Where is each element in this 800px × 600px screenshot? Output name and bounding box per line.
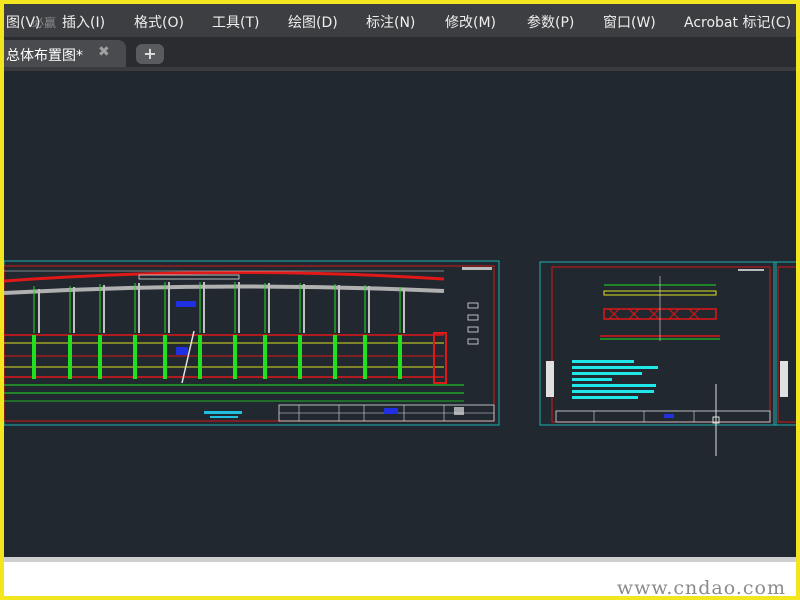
new-tab-button[interactable]: +: [136, 44, 164, 64]
middle-drawing-sheet: [539, 261, 777, 426]
menu-insert[interactable]: 插入(I): [62, 12, 105, 32]
menu-draw[interactable]: 绘图(D): [288, 12, 338, 32]
menu-dimension[interactable]: 标注(N): [366, 12, 415, 32]
crosshair-cursor: [712, 384, 720, 456]
drawing-canvas[interactable]: [4, 67, 796, 561]
tab-general-layout[interactable]: 总体布置图* ✖: [4, 40, 126, 67]
menu-window[interactable]: 窗口(W): [603, 12, 656, 32]
close-icon[interactable]: ✖: [98, 44, 110, 60]
left-drawing-sheet: [4, 260, 500, 426]
tab-label: 总体布置图*: [6, 48, 83, 64]
document-tab-bar: 总体布置图* ✖ +: [4, 37, 796, 67]
status-bar: www.cndao.com: [4, 557, 796, 599]
menu-modify[interactable]: 修改(M): [445, 12, 496, 32]
app-window: 图(V) 必赢 插入(I) 格式(O) 工具(T) 绘图(D) 标注(N) 修改…: [0, 0, 800, 600]
menu-tools[interactable]: 工具(T): [212, 12, 259, 32]
drawing-svg: [4, 260, 796, 456]
menu-bar: 图(V) 必赢 插入(I) 格式(O) 工具(T) 绘图(D) 标注(N) 修改…: [4, 4, 796, 37]
ghost-logo-text: 必赢: [32, 16, 57, 30]
watermark-text: www.cndao.com: [616, 577, 786, 599]
menu-parameters[interactable]: 参数(P): [527, 12, 574, 32]
right-drawing-sheet: [773, 261, 796, 426]
menu-format[interactable]: 格式(O): [134, 12, 184, 32]
menu-acrobat-markup[interactable]: Acrobat 标记(C): [684, 12, 791, 32]
